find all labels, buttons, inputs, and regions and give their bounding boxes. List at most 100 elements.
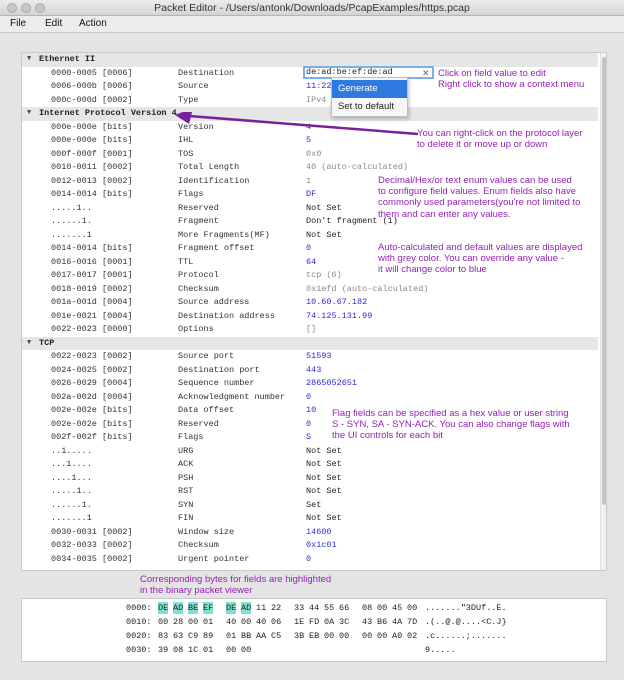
hex-byte[interactable]: C9 (188, 630, 198, 642)
field-row[interactable]: 0022-0023 [0000] Options [] (22, 323, 598, 337)
field-value[interactable]: 10.60.67.182 (306, 296, 367, 310)
hex-byte[interactable]: BB (241, 630, 251, 642)
field-value[interactable]: [] (306, 323, 316, 337)
field-row[interactable]: 0024-0025 [0002] Destination port 443 (22, 364, 598, 378)
field-value[interactable]: 74.125.131.99 (306, 310, 372, 324)
hex-byte[interactable]: 00 (362, 630, 372, 642)
field-value[interactable]: 40 (auto-calculated) (306, 161, 408, 175)
hex-byte[interactable]: FD (309, 616, 319, 628)
hex-byte[interactable]: 00 (226, 644, 236, 656)
field-row[interactable]: ......1. SYN Set (22, 499, 598, 513)
vertical-scrollbar[interactable] (600, 53, 606, 570)
field-value[interactable]: 11:22 (306, 80, 332, 94)
field-row[interactable]: 0010-0011 [0002] Total Length 40 (auto-cal… (22, 161, 598, 175)
field-value[interactable]: 0 (306, 553, 311, 567)
scrollbar-thumb[interactable] (602, 57, 606, 505)
hex-byte[interactable]: 89 (203, 630, 213, 642)
hex-byte[interactable]: 01 (203, 616, 213, 628)
field-value[interactable]: S (306, 431, 311, 445)
hex-byte[interactable]: 00 (324, 630, 334, 642)
menu-action[interactable]: Action (79, 18, 107, 29)
field-value[interactable]: 0 (306, 418, 311, 432)
hex-byte[interactable]: 45 (392, 602, 402, 614)
hex-byte[interactable]: 00 (188, 616, 198, 628)
hex-byte[interactable]: C5 (271, 630, 281, 642)
field-value[interactable]: 443 (306, 364, 321, 378)
hex-byte[interactable]: 00 (407, 602, 417, 614)
field-value[interactable]: 2865052651 (306, 377, 357, 391)
close-window-button[interactable] (7, 3, 17, 13)
field-row[interactable]: 0018-0019 [0002] Checksum 0x1efd (auto-cal… (22, 283, 598, 297)
field-value[interactable]: 1 (306, 175, 311, 189)
hex-byte[interactable]: BE (188, 602, 199, 614)
hex-byte[interactable]: 66 (339, 602, 349, 614)
field-row[interactable]: .......1 More Fragments(MF) Not Set (22, 229, 598, 243)
field-value[interactable]: 51593 (306, 350, 332, 364)
field-row[interactable]: 000c-000d [0002] Type IPv4 (22, 94, 598, 108)
field-row[interactable]: 0030-0031 [0002] Window size 14600 (22, 526, 598, 540)
hex-byte[interactable]: 39 (158, 644, 168, 656)
hex-byte[interactable]: 40 (226, 616, 236, 628)
hex-byte[interactable]: 02 (407, 630, 417, 642)
hex-byte[interactable]: 08 (362, 602, 372, 614)
field-value[interactable]: 0x1efd (auto-calculated) (306, 283, 428, 297)
hex-byte[interactable]: AD (241, 602, 252, 614)
field-value[interactable]: Not Set (306, 229, 342, 243)
field-value[interactable]: Not Set (306, 485, 342, 499)
hex-byte[interactable]: 1C (188, 644, 198, 656)
field-row[interactable]: 0022-0023 [0002] Source port 51593 (22, 350, 598, 364)
hex-byte[interactable]: 28 (173, 616, 183, 628)
zoom-window-button[interactable] (35, 3, 45, 13)
hex-byte[interactable]: 3B (294, 630, 304, 642)
field-value[interactable]: Not Set (306, 472, 342, 486)
hex-byte[interactable]: 4A (392, 616, 402, 628)
field-value[interactable]: Not Set (306, 445, 342, 459)
close-icon[interactable]: ✕ (422, 68, 430, 79)
hex-byte[interactable]: 63 (173, 630, 183, 642)
hex-byte[interactable]: 83 (158, 630, 168, 642)
field-row[interactable]: 0032-0033 [0002] Checksum 0x1c01 (22, 539, 598, 553)
hex-byte[interactable]: 1E (294, 616, 304, 628)
hex-byte[interactable]: DE (158, 602, 169, 614)
field-row[interactable]: ..1..... URG Not Set (22, 445, 598, 459)
field-value[interactable]: 10 (306, 404, 316, 418)
hex-byte[interactable]: DE (226, 602, 237, 614)
hex-byte[interactable]: 33 (294, 602, 304, 614)
hex-byte[interactable]: 00 (241, 644, 251, 656)
hex-byte[interactable]: A0 (392, 630, 402, 642)
field-value[interactable]: 14600 (306, 526, 332, 540)
field-value[interactable]: 0x1c01 (306, 539, 337, 553)
hex-byte[interactable]: 06 (271, 616, 281, 628)
field-row[interactable]: .....1.. RST Not Set (22, 485, 598, 499)
protocol-layer-header[interactable]: ▼ Ethernet II (22, 53, 598, 67)
hex-byte[interactable]: AA (256, 630, 266, 642)
field-value[interactable]: Set (306, 499, 321, 513)
protocol-layer-header[interactable]: ▼ TCP (22, 336, 598, 351)
field-row[interactable]: 0034-0035 [0002] Urgent pointer 0 (22, 553, 598, 567)
hex-byte[interactable]: 01 (203, 644, 213, 656)
field-value[interactable]: tcp (6) (306, 269, 342, 283)
field-row[interactable]: 001e-0021 [0004] Destination address 74.12… (22, 310, 598, 324)
field-value[interactable]: DF (306, 188, 316, 202)
expand-triangle-icon[interactable]: ▼ (27, 337, 31, 351)
hex-byte[interactable]: 00 (377, 602, 387, 614)
field-row[interactable]: 002a-002d [0004] Acknowledgment number 0 (22, 391, 598, 405)
hex-byte[interactable]: EB (309, 630, 319, 642)
hex-byte[interactable]: B6 (377, 616, 387, 628)
hex-byte[interactable]: 55 (324, 602, 334, 614)
field-row[interactable]: 0026-0029 [0004] Sequence number 286505265… (22, 377, 598, 391)
hex-byte[interactable]: 44 (309, 602, 319, 614)
field-value[interactable]: Not Set (306, 202, 342, 216)
field-row[interactable]: ....1... PSH Not Set (22, 472, 598, 486)
hex-byte[interactable]: 01 (226, 630, 236, 642)
hex-byte[interactable]: 00 (377, 630, 387, 642)
menu-edit[interactable]: Edit (45, 18, 62, 29)
field-value[interactable]: IPv4 (306, 94, 326, 108)
expand-triangle-icon[interactable]: ▼ (27, 107, 31, 121)
context-menu-generate[interactable]: Generate (332, 80, 407, 98)
hex-byte[interactable]: 0A (324, 616, 334, 628)
field-value[interactable]: Not Set (306, 512, 342, 526)
binary-packet-viewer[interactable]: 0000: DE AD BE EF DE AD 11 22 33 44 55 66 08 00 45 00...… (21, 598, 607, 662)
hex-byte[interactable]: EF (203, 602, 214, 614)
field-value[interactable]: 0 (306, 391, 311, 405)
